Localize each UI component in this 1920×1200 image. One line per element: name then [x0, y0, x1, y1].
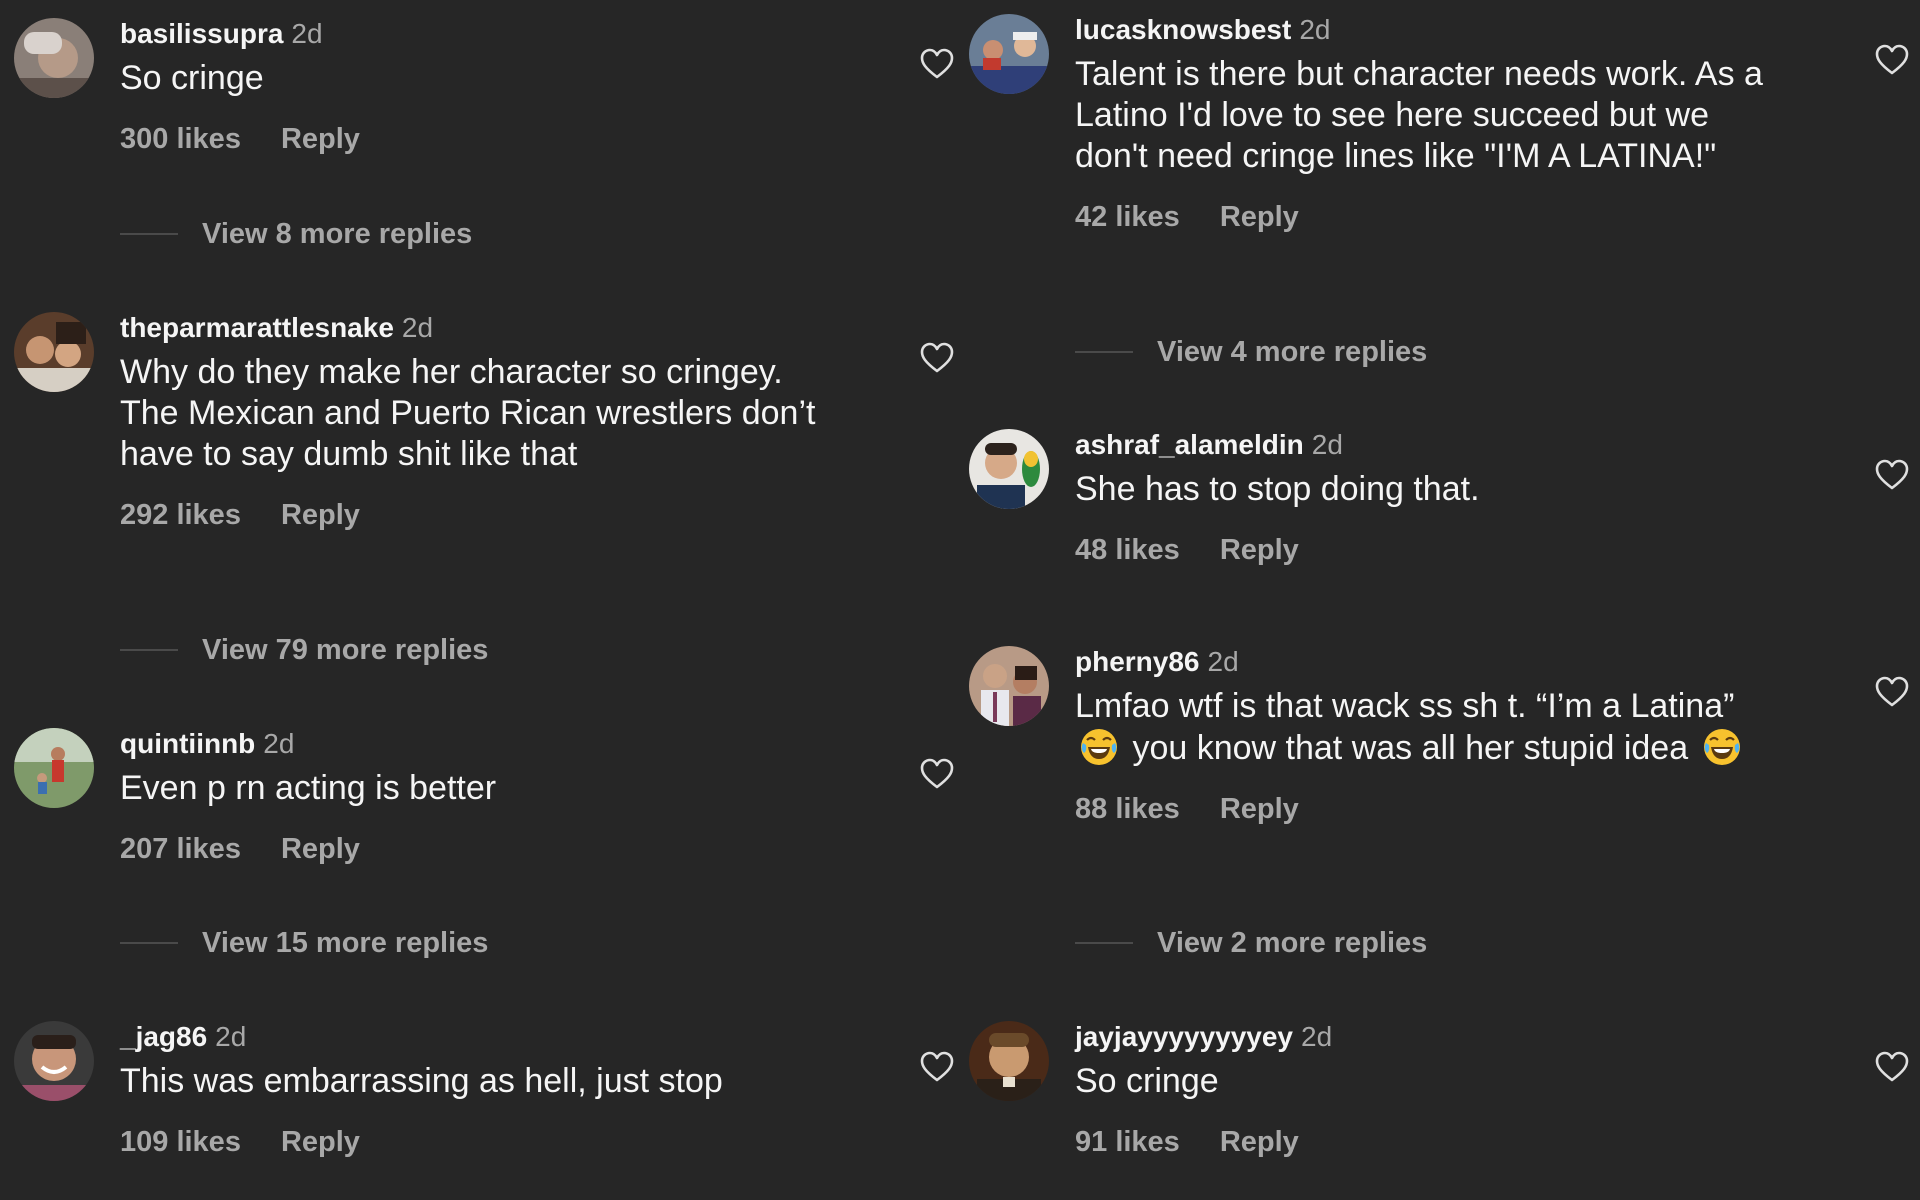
- face-with-tears-of-joy-icon: [1079, 727, 1119, 767]
- likes-count[interactable]: 91 likes: [1075, 1126, 1180, 1158]
- reply-button[interactable]: Reply: [1220, 1126, 1299, 1158]
- timestamp: 2d: [1207, 646, 1239, 677]
- reply-button[interactable]: Reply: [281, 499, 360, 531]
- comment-text: Why do they make her character so cringe…: [120, 353, 816, 473]
- divider-line: [120, 649, 178, 651]
- username[interactable]: basilissupra: [120, 18, 283, 49]
- comment-text-part: Lmfao wtf is that wack ss sh t. “I’m a L…: [1075, 687, 1735, 725]
- view-more-replies-label: View 15 more replies: [202, 926, 489, 959]
- username[interactable]: lucasknowsbest: [1075, 14, 1291, 45]
- reply-button[interactable]: Reply: [281, 123, 360, 155]
- avatar[interactable]: [969, 646, 1049, 726]
- likes-count[interactable]: 292 likes: [120, 499, 241, 531]
- reply-button[interactable]: Reply: [1220, 793, 1299, 825]
- avatar[interactable]: [969, 1021, 1049, 1101]
- timestamp: 2d: [1299, 14, 1331, 45]
- comment-text: Lmfao wtf is that wack ss sh t. “I’m a L…: [1075, 686, 1775, 769]
- divider-line: [120, 233, 178, 235]
- timestamp: 2d: [215, 1021, 247, 1052]
- heart-outline-icon[interactable]: [1875, 459, 1909, 491]
- timestamp: 2d: [291, 18, 323, 49]
- heart-outline-icon[interactable]: [920, 48, 954, 80]
- likes-count[interactable]: 48 likes: [1075, 534, 1180, 566]
- comment-text: So cringe: [1075, 1062, 1219, 1100]
- comment-text: Even p rn acting is better: [120, 769, 497, 807]
- likes-count[interactable]: 88 likes: [1075, 793, 1180, 825]
- view-more-replies-button[interactable]: View 2 more replies: [1075, 923, 1427, 963]
- likes-count[interactable]: 42 likes: [1075, 201, 1180, 233]
- comment-text: Talent is there but character needs work…: [1075, 55, 1763, 175]
- view-more-replies-button[interactable]: View 8 more replies: [120, 214, 472, 254]
- username[interactable]: ashraf_alameldin: [1075, 429, 1304, 460]
- divider-line: [120, 942, 178, 944]
- reply-button[interactable]: Reply: [1220, 534, 1299, 566]
- heart-outline-icon[interactable]: [1875, 676, 1909, 708]
- heart-outline-icon[interactable]: [1875, 1051, 1909, 1083]
- timestamp: 2d: [263, 728, 295, 759]
- heart-outline-icon[interactable]: [1875, 44, 1909, 76]
- view-more-replies-label: View 2 more replies: [1157, 926, 1428, 959]
- likes-count[interactable]: 109 likes: [120, 1126, 241, 1158]
- avatar[interactable]: [969, 429, 1049, 509]
- timestamp: 2d: [401, 312, 434, 343]
- username[interactable]: _jag86: [120, 1021, 207, 1052]
- timestamp: 2d: [1301, 1021, 1333, 1052]
- reply-button[interactable]: Reply: [281, 833, 360, 865]
- divider-line: [1075, 351, 1133, 353]
- view-more-replies-button[interactable]: View 4 more replies: [1075, 332, 1427, 372]
- divider-line: [1075, 942, 1133, 944]
- heart-outline-icon[interactable]: [920, 758, 954, 790]
- avatar[interactable]: [14, 312, 94, 392]
- heart-outline-icon[interactable]: [920, 342, 954, 374]
- likes-count[interactable]: 300 likes: [120, 123, 241, 155]
- username[interactable]: theparmarattlesnake: [120, 312, 394, 343]
- view-more-replies-label: View 79 more replies: [202, 633, 489, 666]
- username[interactable]: quintiinnb: [120, 728, 255, 759]
- comment-text: She has to stop doing that.: [1075, 470, 1480, 508]
- username[interactable]: pherny86: [1075, 646, 1200, 677]
- avatar[interactable]: [14, 728, 94, 808]
- view-more-replies-button[interactable]: View 79 more replies: [120, 630, 488, 670]
- heart-outline-icon[interactable]: [920, 1051, 954, 1083]
- face-with-tears-of-joy-icon: [1702, 727, 1742, 767]
- timestamp: 2d: [1311, 429, 1343, 460]
- avatar[interactable]: [14, 18, 94, 98]
- comment-text: So cringe: [120, 59, 264, 97]
- avatar[interactable]: [14, 1021, 94, 1101]
- view-more-replies-label: View 8 more replies: [202, 217, 473, 250]
- view-more-replies-button[interactable]: View 15 more replies: [120, 923, 488, 963]
- likes-count[interactable]: 207 likes: [120, 833, 241, 865]
- username[interactable]: jayjayyyyyyyyey: [1075, 1021, 1293, 1052]
- avatar[interactable]: [969, 14, 1049, 94]
- comment-text-part: you know that was all her stupid idea: [1132, 729, 1689, 767]
- view-more-replies-label: View 4 more replies: [1157, 335, 1428, 368]
- reply-button[interactable]: Reply: [1220, 201, 1299, 233]
- comment-text: This was embarrassing as hell, just stop: [120, 1062, 723, 1100]
- reply-button[interactable]: Reply: [281, 1126, 360, 1158]
